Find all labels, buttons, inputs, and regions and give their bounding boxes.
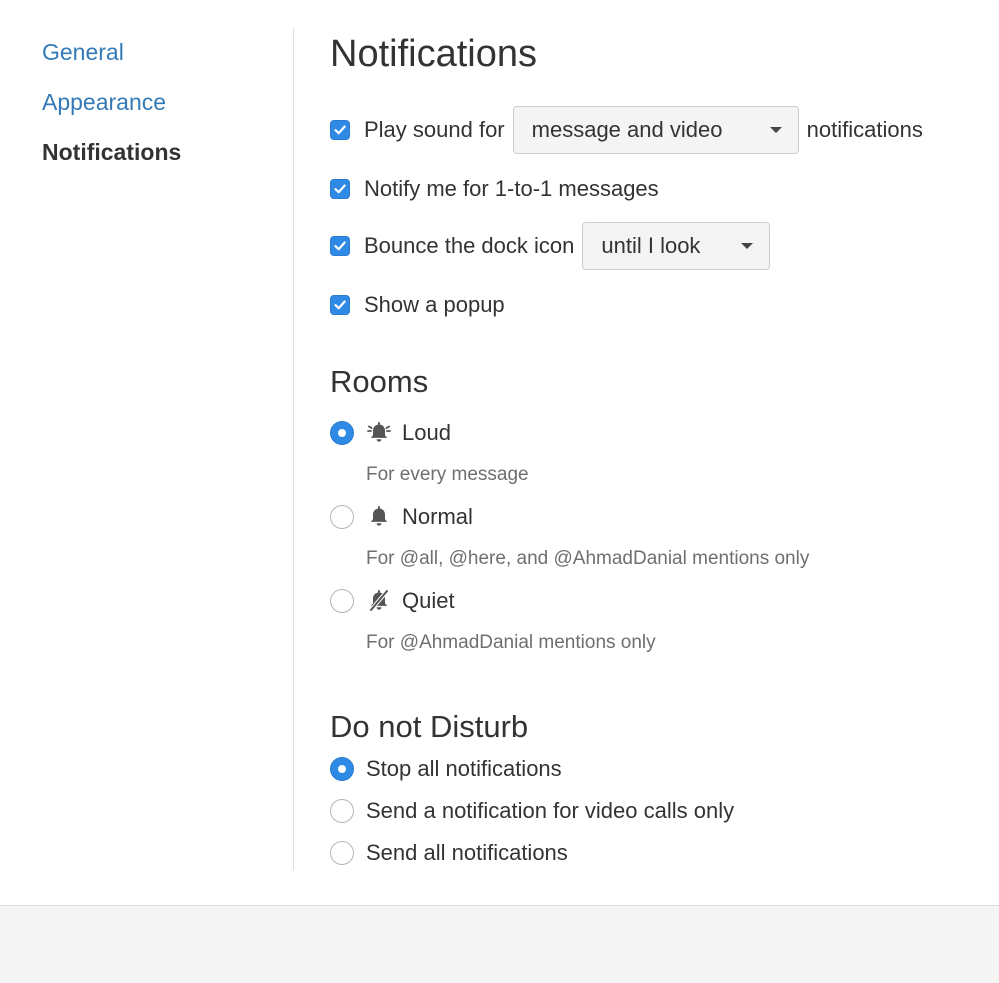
play-sound-row: Play sound for message and video notific… <box>330 106 923 154</box>
room-option-loud[interactable]: Loud <box>330 420 451 446</box>
play-sound-label: Play sound for <box>364 117 505 142</box>
show-popup-label: Show a popup <box>364 292 505 317</box>
normal-label: Normal <box>402 504 473 529</box>
sound-type-value: message and video <box>531 117 723 142</box>
loud-radio[interactable] <box>330 421 354 445</box>
sidebar-item-appearance[interactable]: Appearance <box>42 88 282 116</box>
bounce-dock-value: until I look <box>601 233 701 258</box>
stop-all-label: Stop all notifications <box>366 756 562 781</box>
dnd-option-stop-all[interactable]: Stop all notifications <box>330 756 562 782</box>
play-sound-suffix: notifications <box>806 117 923 142</box>
chevron-down-icon <box>741 243 754 249</box>
bell-muted-icon <box>369 589 389 612</box>
chevron-down-icon <box>769 127 782 133</box>
bell-ringing-icon <box>367 422 391 442</box>
stop-all-radio[interactable] <box>330 757 354 781</box>
sound-type-select[interactable]: message and video <box>512 106 799 154</box>
dnd-option-video-calls[interactable]: Send a notification for video calls only <box>330 798 734 824</box>
do-not-disturb-heading: Do not Disturb <box>330 709 529 744</box>
notify-one-to-one-label: Notify me for 1-to-1 messages <box>364 176 659 201</box>
video-calls-label: Send a notification for video calls only <box>366 798 735 823</box>
normal-description: For @all, @here, and @AhmadDanial mentio… <box>366 548 810 569</box>
bounce-dock-select[interactable]: until I look <box>582 222 771 270</box>
bounce-dock-row: Bounce the dock icon until I look <box>330 222 778 270</box>
footer-bar <box>0 905 999 983</box>
bounce-dock-label: Bounce the dock icon <box>364 233 575 258</box>
sidebar-item-notifications[interactable]: Notifications <box>42 138 282 166</box>
room-option-normal[interactable]: Normal <box>330 504 473 530</box>
sidebar-item-general[interactable]: General <box>42 38 282 66</box>
bounce-dock-checkbox[interactable] <box>330 236 350 256</box>
settings-sidebar: General Appearance Notifications <box>42 38 282 188</box>
notify-one-to-one-checkbox[interactable] <box>330 179 350 199</box>
room-option-quiet[interactable]: Quiet <box>330 588 455 614</box>
normal-radio[interactable] <box>330 505 354 529</box>
send-all-label: Send all notifications <box>366 840 568 865</box>
show-popup-checkbox[interactable] <box>330 295 350 315</box>
loud-description: For every message <box>366 464 529 485</box>
video-calls-radio[interactable] <box>330 799 354 823</box>
rooms-heading: Rooms <box>330 364 429 399</box>
send-all-radio[interactable] <box>330 841 354 865</box>
quiet-radio[interactable] <box>330 589 354 613</box>
page-title: Notifications <box>330 33 537 75</box>
checkmark-icon <box>334 300 346 310</box>
loud-label: Loud <box>402 420 451 445</box>
sidebar-divider <box>293 28 294 870</box>
checkmark-icon <box>334 125 346 135</box>
quiet-label: Quiet <box>402 588 455 613</box>
checkmark-icon <box>334 241 346 251</box>
notify-one-to-one-row: Notify me for 1-to-1 messages <box>330 176 659 202</box>
checkmark-icon <box>334 184 346 194</box>
play-sound-checkbox[interactable] <box>330 120 350 140</box>
dnd-option-send-all[interactable]: Send all notifications <box>330 840 568 866</box>
quiet-description: For @AhmadDanial mentions only <box>366 632 656 653</box>
show-popup-row: Show a popup <box>330 292 505 318</box>
bell-icon <box>370 506 388 526</box>
